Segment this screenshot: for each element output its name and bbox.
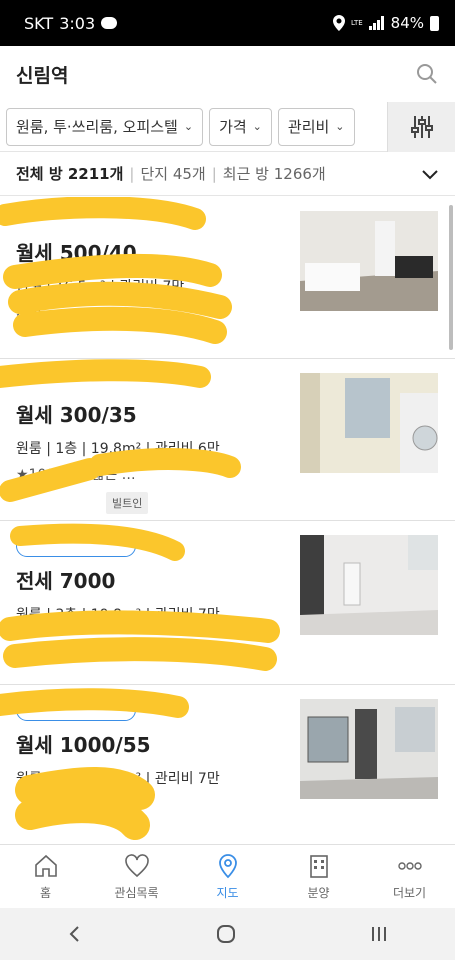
building-icon	[309, 855, 328, 878]
heart-icon	[124, 854, 149, 878]
listing-tag	[16, 699, 136, 721]
carrier-time: SKT 3:03	[24, 13, 118, 33]
maintenance-filter[interactable]: 관리비 ⌄	[277, 107, 355, 146]
listing-list: 월세 500/40 원룸 | 16.5m² | 관리비 7만 지진 월세 300…	[0, 197, 455, 843]
listing-desc: 지진	[16, 305, 42, 321]
price-filter[interactable]: 가격 ⌄	[209, 107, 272, 146]
nav-more-label: 더보기	[392, 886, 427, 900]
scrollbar[interactable]	[449, 205, 453, 350]
battery-label: 84%	[390, 14, 424, 32]
nav-home[interactable]: 홈	[0, 845, 91, 908]
more-icon	[397, 862, 422, 870]
talk-notification-icon	[101, 17, 118, 29]
listing-photo	[300, 699, 438, 799]
recent-count: 최근 방 1266개	[222, 165, 326, 183]
carrier-label: SKT	[24, 13, 54, 33]
nav-favorites-label: 관심목록	[114, 886, 159, 900]
room-type-label: 원룸, 투·쓰리룸, 오피스텔	[16, 118, 178, 136]
bottom-nav: 홈 관심목록 지도 분양 더보기	[0, 844, 455, 908]
room-type-filter[interactable]: 원룸, 투·쓰리룸, 오피스텔 ⌄	[6, 107, 204, 146]
filter-settings-button[interactable]	[387, 101, 455, 152]
nav-map[interactable]: 지도	[182, 845, 273, 908]
nav-map-label: 지도	[216, 886, 239, 900]
result-summary: 전체 방 2211개 | 단지 45개 | 최근 방 1266개	[0, 152, 455, 196]
nav-sale[interactable]: 분양	[273, 845, 364, 908]
listing-tag	[16, 535, 136, 557]
maintenance-label: 관리비	[287, 118, 330, 136]
filter-sliders-icon	[410, 115, 433, 138]
home-icon	[34, 854, 57, 877]
time-label: 3:03	[59, 13, 96, 33]
back-icon[interactable]	[65, 924, 85, 944]
network-label: LTE	[351, 18, 363, 27]
battery-icon	[430, 15, 439, 31]
total-rooms: 전체 방 2211개	[16, 165, 124, 183]
chevron-down-icon: ⌄	[335, 120, 345, 133]
chevron-down-icon[interactable]	[421, 168, 439, 180]
listing-photo	[300, 211, 438, 311]
listing-photo	[300, 373, 438, 473]
nav-more[interactable]: 더보기	[364, 845, 455, 908]
app-header: 신림역	[0, 46, 455, 102]
signal-icon	[368, 16, 384, 30]
complex-count: 단지 45개	[140, 165, 206, 183]
nav-favorites[interactable]: 관심목록	[91, 845, 182, 908]
home-circle-icon[interactable]	[215, 923, 237, 945]
listing-photo	[300, 535, 438, 635]
listing-item[interactable]: 월세 500/40 원룸 | 16.5m² | 관리비 7만 지진	[0, 197, 455, 359]
divider: |	[211, 164, 217, 183]
divider: |	[129, 164, 135, 183]
page-title: 신림역	[16, 64, 69, 87]
nav-home-label: 홈	[39, 886, 52, 900]
filter-bar: 원룸, 투·쓰리룸, 오피스텔 ⌄ 가격 ⌄ 관리비 ⌄	[0, 101, 455, 152]
recents-icon[interactable]	[368, 924, 390, 944]
status-icons: LTE 84%	[333, 14, 439, 32]
listing-item[interactable]: 전세 7000 원룸 | 3층 | 19.8m² | 관리비 7만	[0, 521, 455, 685]
chevron-down-icon: ⌄	[183, 120, 194, 133]
listing-badge: 빌트인	[106, 492, 149, 514]
system-nav-bar	[0, 908, 455, 960]
chevron-down-icon: ⌄	[252, 120, 262, 133]
location-icon	[333, 15, 346, 31]
listing-item[interactable]: 월세 300/35 원룸 | 1층 | 19.8m² | 관리비 6만 ★100…	[0, 359, 455, 521]
nav-sale-label: 분양	[307, 886, 330, 900]
listing-item[interactable]: 월세 1000/55 원룸 | 3층 | 19.8m² | 관리비 7만	[0, 685, 455, 843]
price-label: 가격	[219, 118, 247, 136]
listing-desc: ★100% … 넓은 …	[16, 467, 136, 483]
listing-badges: 빌트인	[16, 492, 455, 514]
status-bar: SKT 3:03 LTE 84%	[0, 0, 455, 46]
map-pin-icon	[218, 854, 237, 879]
search-icon[interactable]	[415, 62, 439, 86]
